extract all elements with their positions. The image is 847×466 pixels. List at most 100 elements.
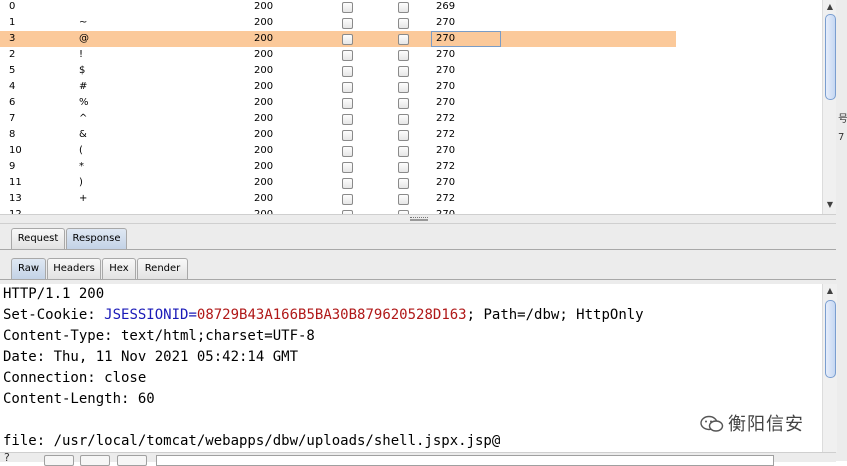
view-tabbar: Raw Headers Hex Render xyxy=(0,250,836,284)
connection-header: Connection: close xyxy=(3,370,147,386)
adjacent-panel-edge xyxy=(836,0,847,461)
request-cell: 8 xyxy=(9,129,16,140)
error-checkbox[interactable] xyxy=(342,98,353,109)
table-row[interactable]: 12 _ 200 270 xyxy=(0,207,676,214)
length-cell: 270 xyxy=(436,81,456,92)
error-checkbox[interactable] xyxy=(342,146,353,157)
status-cell: 200 xyxy=(254,49,274,60)
table-row[interactable]: 1 ~200 270 xyxy=(0,15,676,31)
request-cell: 12 xyxy=(9,207,22,214)
content-type-header: Content-Type: text/html;charset=UTF-8 xyxy=(3,328,315,344)
error-checkbox[interactable] xyxy=(342,34,353,45)
request-cell: 10 xyxy=(9,145,22,156)
content-length-header: Content-Length: 60 xyxy=(3,391,155,407)
error-checkbox[interactable] xyxy=(342,178,353,189)
length-cell: 269 xyxy=(436,1,456,12)
scrollbar-thumb[interactable] xyxy=(825,14,836,100)
timeout-checkbox[interactable] xyxy=(398,2,409,13)
payload-cell: ) xyxy=(79,177,83,188)
table-row[interactable]: 13 +200 272 xyxy=(0,191,676,207)
timeout-checkbox[interactable] xyxy=(398,50,409,61)
error-checkbox[interactable] xyxy=(342,2,353,13)
table-row[interactable]: 9 * 200 272 xyxy=(0,159,676,175)
tab-hex[interactable]: Hex xyxy=(102,258,136,279)
timeout-checkbox[interactable] xyxy=(398,130,409,141)
timeout-checkbox[interactable] xyxy=(398,146,409,157)
tab-render[interactable]: Render xyxy=(137,258,188,279)
response-scrollbar[interactable]: ▲ xyxy=(822,284,837,452)
status-cell: 200 xyxy=(254,129,274,140)
timeout-checkbox[interactable] xyxy=(398,194,409,205)
status-cell: 200 xyxy=(254,193,274,204)
split-divider[interactable] xyxy=(0,214,836,224)
adjacent-panel-glyph: 7 xyxy=(838,132,845,143)
payload-cell: + xyxy=(79,193,88,204)
tab-raw[interactable]: Raw xyxy=(11,258,46,279)
help-icon[interactable]: ? xyxy=(4,451,10,464)
payload-cell: $ xyxy=(79,65,86,76)
request-cell: 11 xyxy=(9,177,22,188)
length-cell: 272 xyxy=(436,129,456,140)
payload-cell: # xyxy=(79,81,88,92)
table-row[interactable]: 4 #200 270 xyxy=(0,79,676,95)
tab-request[interactable]: Request xyxy=(11,228,65,249)
timeout-checkbox[interactable] xyxy=(398,114,409,125)
scroll-up-icon[interactable]: ▲ xyxy=(825,286,835,296)
error-checkbox[interactable] xyxy=(342,18,353,29)
payload-cell: % xyxy=(79,97,89,108)
scroll-down-icon[interactable]: ▼ xyxy=(825,200,835,210)
payload-cell: ~ xyxy=(79,17,88,28)
payload-cell: @ xyxy=(79,33,89,44)
payload-cell: & xyxy=(79,129,87,140)
request-cell: 6 xyxy=(9,97,16,108)
status-cell: 200 xyxy=(254,65,274,76)
date-header: Date: Thu, 11 Nov 2021 05:42:14 GMT xyxy=(3,349,299,365)
timeout-checkbox[interactable] xyxy=(398,66,409,77)
results-scrollbar[interactable]: ▲ ▼ xyxy=(822,0,837,214)
table-row[interactable]: 8 & 200 272 xyxy=(0,127,676,143)
table-row[interactable]: 3 @200 270 xyxy=(0,31,676,47)
adjacent-panel-glyph: 号 xyxy=(838,114,847,125)
length-cell: 270 xyxy=(436,207,455,214)
length-cell: 270 xyxy=(436,49,456,60)
scroll-up-icon[interactable]: ▲ xyxy=(825,2,835,12)
length-cell: 270 xyxy=(436,145,456,156)
length-cell: 270 xyxy=(436,177,456,188)
length-cell: 270 xyxy=(436,17,456,28)
error-checkbox[interactable] xyxy=(342,50,353,61)
response-body: file: /usr/local/tomcat/webapps/dbw/uplo… xyxy=(3,433,501,449)
timeout-checkbox[interactable] xyxy=(398,34,409,45)
timeout-checkbox[interactable] xyxy=(398,178,409,189)
table-row[interactable]: 6% 200 270 xyxy=(0,95,676,111)
error-checkbox[interactable] xyxy=(342,114,353,125)
error-checkbox[interactable] xyxy=(342,194,353,205)
timeout-checkbox[interactable] xyxy=(398,82,409,93)
length-cell: 272 xyxy=(436,113,456,124)
payload-cell: ( xyxy=(79,145,83,156)
results-gutter xyxy=(676,0,820,214)
scrollbar-thumb[interactable] xyxy=(825,300,836,378)
error-checkbox[interactable] xyxy=(342,130,353,141)
error-checkbox[interactable] xyxy=(342,66,353,77)
status-cell: 200 xyxy=(254,207,273,214)
table-row[interactable]: 0 200 269 xyxy=(0,0,676,15)
table-row[interactable]: 5 $200 270 xyxy=(0,63,676,79)
timeout-checkbox[interactable] xyxy=(398,18,409,29)
error-checkbox[interactable] xyxy=(342,82,353,93)
results-table: 0 200 269 1 ~200 270 3 @200 270 2! 200 270 5 $200 270 4… xyxy=(0,0,676,214)
timeout-checkbox[interactable] xyxy=(398,162,409,173)
table-row[interactable]: 2! 200 270 xyxy=(0,47,676,63)
error-checkbox[interactable] xyxy=(342,162,353,173)
tab-response[interactable]: Response xyxy=(66,228,127,249)
status-cell: 200 xyxy=(254,113,274,124)
payload-cell: _ xyxy=(79,207,84,214)
response-raw-text[interactable]: HTTP/1.1 200 Set-Cookie: JSESSIONID=0872… xyxy=(0,284,822,452)
table-row[interactable]: 7 ^ 200 272 xyxy=(0,111,676,127)
request-cell: 1 xyxy=(9,17,16,28)
status-cell: 200 xyxy=(254,97,274,108)
table-row[interactable]: 11) 200 270 xyxy=(0,175,676,191)
cookie-value: 08729B43A166B5BA30B879620528D163 xyxy=(196,307,467,323)
tab-headers[interactable]: Headers xyxy=(47,258,101,279)
timeout-checkbox[interactable] xyxy=(398,98,409,109)
table-row[interactable]: 10 (200 270 xyxy=(0,143,676,159)
